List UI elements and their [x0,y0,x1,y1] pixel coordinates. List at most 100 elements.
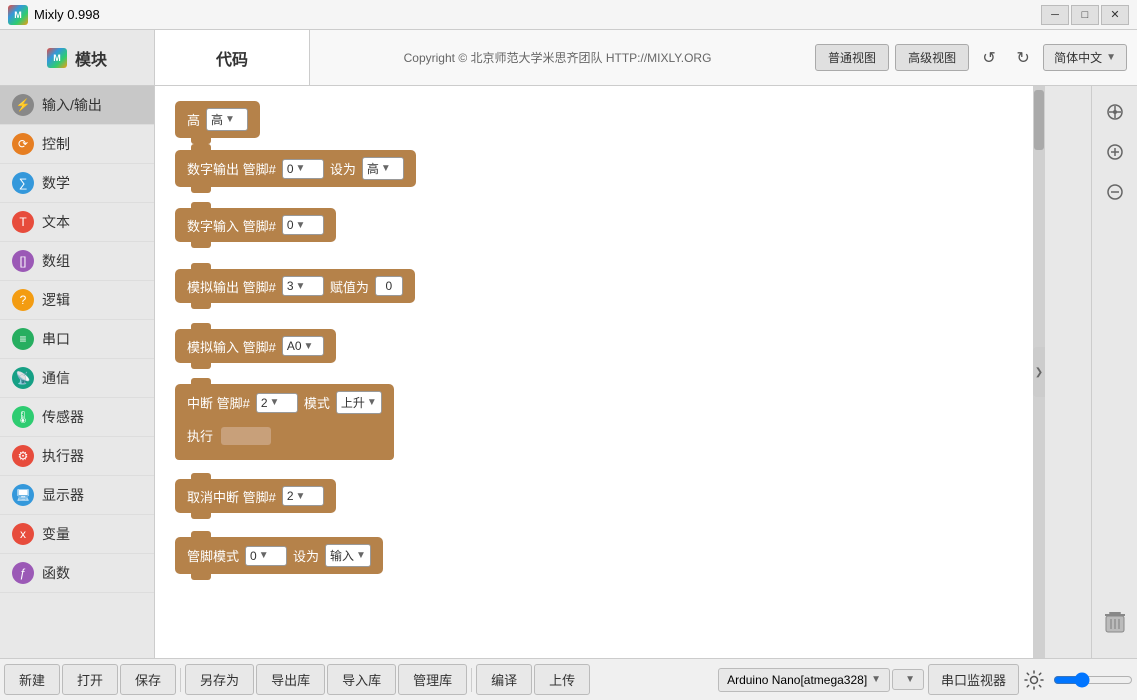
block-wrapper: 数字输入 管脚# 0 ▼ [175,208,336,242]
block-interrupt-wrapper: 中断 管脚# 2 ▼ 模式 上升 ▼ 执行 [175,384,394,460]
topbar-right: 普通视图 高级视图 ↺ ↻ 简体中文 ▼ [805,30,1137,85]
undo-button[interactable]: ↺ [975,45,1003,71]
serial-monitor-button[interactable]: 串口监视器 [928,664,1019,695]
code-canvas[interactable]: 高 高 ▼ 数字输出 管脚# 0 ▼ 设为 高 ▼ 数字输入 管脚# 0 ▼ 模… [155,86,1045,658]
sidebar-label-6: 串口 [42,329,70,349]
language-selector[interactable]: 简体中文 ▼ [1043,44,1127,71]
block-wrapper: 数字输出 管脚# 0 ▼ 设为 高 ▼ [175,150,416,187]
sidebar-item-2[interactable]: ∑ 数学 [0,164,154,203]
save-button[interactable]: 保存 [120,664,176,695]
block-high[interactable]: 高 高 ▼ [175,101,260,138]
sidebar-icon-1: ⟳ [12,133,34,155]
sidebar: ⚡ 输入/输出 ⟳ 控制 ∑ 数学 T 文本 [] 数组 ? 逻辑 ≡ 串口 📡… [0,86,155,658]
sidebar-item-9[interactable]: ⚙ 执行器 [0,437,154,476]
block-wrapper: 模拟输入 管脚# A0 ▼ [175,329,336,363]
settings-button[interactable] [1021,667,1047,693]
execute-slot[interactable] [221,427,271,445]
export-lib-button[interactable]: 导出库 [256,664,325,695]
topbar: M 模块 代码 Copyright © 北京师范大学米思齐团队 HTTP://M… [0,30,1137,86]
sidebar-item-4[interactable]: [] 数组 [0,242,154,281]
zoom-slider[interactable] [1053,672,1133,688]
maximize-button[interactable]: □ [1071,5,1099,25]
open-button[interactable]: 打开 [62,664,118,695]
titlebar-left: M Mixly 0.998 [8,5,100,25]
import-lib-button[interactable]: 导入库 [327,664,396,695]
close-button[interactable]: ✕ [1101,5,1129,25]
port-chevron-icon: ▼ [905,674,915,685]
zoom-slider-container[interactable] [1053,672,1133,688]
sidebar-label-11: 变量 [42,524,70,544]
sidebar-label-10: 显示器 [42,485,84,505]
sidebar-label-5: 逻辑 [42,290,70,310]
titlebar: M Mixly 0.998 ─ □ ✕ [0,0,1137,30]
block-pin-mode[interactable]: 管脚模式 0 ▼ 设为 输入 ▼ [175,537,383,574]
sidebar-item-8[interactable]: 🌡 传感器 [0,398,154,437]
right-tools [1091,86,1137,658]
lang-chevron-icon: ▼ [1106,52,1116,63]
sidebar-icon-9: ⚙ [12,445,34,467]
canvas-area[interactable]: 高 高 ▼ 数字输出 管脚# 0 ▼ 设为 高 ▼ 数字输入 管脚# 0 ▼ 模… [155,86,1091,658]
normal-view-button[interactable]: 普通视图 [815,44,889,71]
sidebar-item-1[interactable]: ⟳ 控制 [0,125,154,164]
zoom-in-button[interactable] [1099,136,1131,168]
sidebar-icon-7: 📡 [12,367,34,389]
trash-button[interactable] [1099,606,1131,638]
compile-button[interactable]: 编译 [476,664,532,695]
block-execute: 执行 [175,421,394,452]
sidebar-label-1: 控制 [42,134,70,154]
block-interrupt-bottom [175,452,394,460]
content: ⚡ 输入/输出 ⟳ 控制 ∑ 数学 T 文本 [] 数组 ? 逻辑 ≡ 串口 📡… [0,86,1137,658]
sidebar-item-12[interactable]: ƒ 函数 [0,554,154,593]
sidebar-item-6[interactable]: ≡ 串口 [0,320,154,359]
sidebar-label-4: 数组 [42,251,70,271]
port-selector[interactable]: ▼ [892,669,924,690]
block-analog-in[interactable]: 模拟输入 管脚# A0 ▼ [175,329,336,363]
sidebar-icon-12: ƒ [12,562,34,584]
sidebar-icon-8: 🌡 [12,406,34,428]
sidebar-label-12: 函数 [42,563,70,583]
block-interrupt[interactable]: 中断 管脚# 2 ▼ 模式 上升 ▼ [175,384,394,421]
sidebar-label-0: 输入/输出 [42,95,102,115]
sidebar-icon-2: ∑ [12,172,34,194]
new-button[interactable]: 新建 [4,664,60,695]
sidebar-icon-5: ? [12,289,34,311]
sidebar-label-3: 文本 [42,212,70,232]
copyright-text: Copyright © 北京师范大学米思齐团队 HTTP://MIXLY.ORG [310,30,805,85]
app-icon: M [8,5,28,25]
block-digital-out[interactable]: 数字输出 管脚# 0 ▼ 设为 高 ▼ [175,150,416,187]
sidebar-item-11[interactable]: x 变量 [0,515,154,554]
save-as-button[interactable]: 另存为 [185,664,254,695]
manage-lib-button[interactable]: 管理库 [398,664,467,695]
tab-code-label: 代码 [216,46,248,70]
sidebar-item-0[interactable]: ⚡ 输入/输出 [0,86,154,125]
sidebar-label-7: 通信 [42,368,70,388]
tab-blocks[interactable]: M 模块 [0,30,155,85]
upload-button[interactable]: 上传 [534,664,590,695]
zoom-out-button[interactable] [1099,176,1131,208]
titlebar-controls: ─ □ ✕ [1041,5,1129,25]
sidebar-label-2: 数学 [42,173,70,193]
block-wrapper: 中断 管脚# 2 ▼ 模式 上升 ▼ 执行 [175,384,394,460]
block-analog-out[interactable]: 模拟输出 管脚# 3 ▼ 赋值为 0 [175,269,415,303]
tab-code[interactable]: 代码 [155,30,310,85]
sidebar-icon-0: ⚡ [12,94,34,116]
canvas-scrollthumb[interactable] [1034,90,1044,150]
block-cancel-interrupt[interactable]: 取消中断 管脚# 2 ▼ [175,479,336,513]
sidebar-item-3[interactable]: T 文本 [0,203,154,242]
center-view-button[interactable] [1099,96,1131,128]
titlebar-title: Mixly 0.998 [34,7,100,22]
sidebar-item-7[interactable]: 📡 通信 [0,359,154,398]
sidebar-item-5[interactable]: ? 逻辑 [0,281,154,320]
block-wrapper: 取消中断 管脚# 2 ▼ [175,479,336,513]
redo-button[interactable]: ↻ [1009,45,1037,71]
sidebar-icon-4: [] [12,250,34,272]
sidebar-item-10[interactable]: 🖥 显示器 [0,476,154,515]
sidebar-icon-11: x [12,523,34,545]
minimize-button[interactable]: ─ [1041,5,1069,25]
block-digital-in[interactable]: 数字输入 管脚# 0 ▼ [175,208,336,242]
board-selector[interactable]: Arduino Nano[atmega328] ▼ [718,668,890,692]
advanced-view-button[interactable]: 高级视图 [895,44,969,71]
collapse-tab[interactable]: ❯ [1033,347,1045,397]
block-wrapper: 管脚模式 0 ▼ 设为 输入 ▼ [175,537,383,574]
separator-2 [471,668,472,692]
